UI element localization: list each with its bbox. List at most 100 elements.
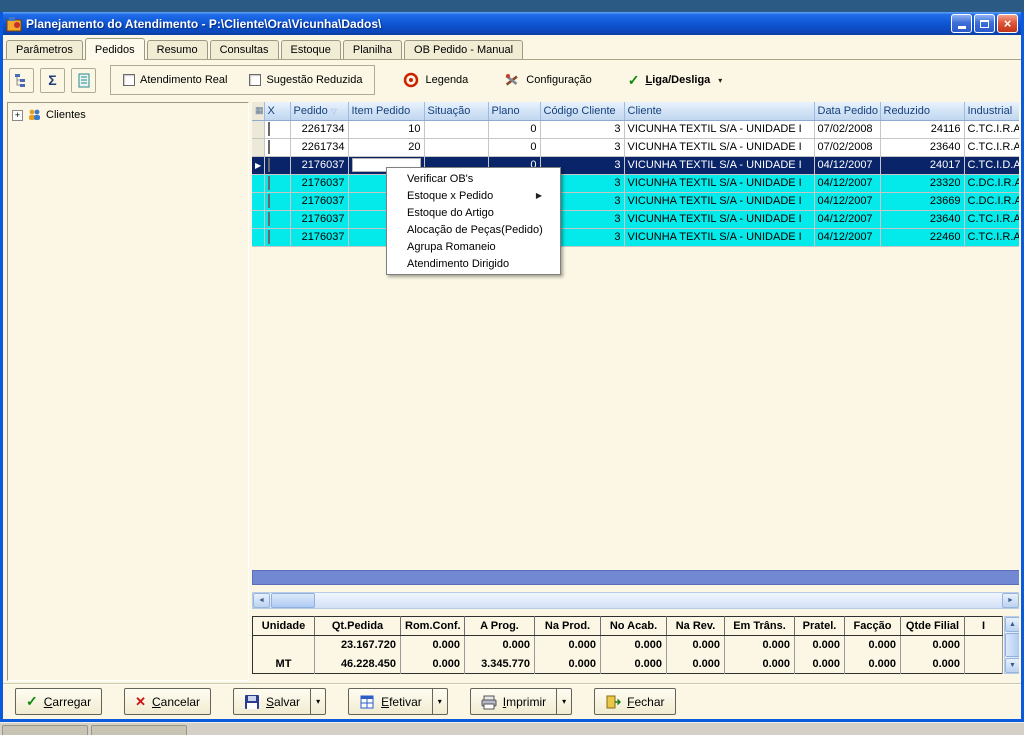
minimize-button[interactable] <box>951 14 972 33</box>
cell-item[interactable]: 20 <box>348 138 424 156</box>
outline-button[interactable] <box>9 68 34 93</box>
cell-data[interactable]: 04/12/2007 <box>814 228 880 246</box>
cell-item[interactable]: 10 <box>348 120 424 138</box>
scrollbar-thumb[interactable] <box>1005 633 1019 657</box>
cell-cliente[interactable]: VICUNHA TEXTIL S/A - UNIDADE I <box>624 156 814 174</box>
col-header-situacao[interactable]: Situação <box>424 102 488 120</box>
cell-pedido[interactable]: 2176037 <box>290 156 348 174</box>
table-row[interactable]: 2261734 20 0 3 VICUNHA TEXTIL S/A - UNID… <box>252 138 1019 156</box>
row-checkbox[interactable] <box>268 140 270 154</box>
grid-corner-icon[interactable]: ▦ <box>255 105 264 115</box>
cell-plano[interactable]: 0 <box>488 120 540 138</box>
menu-item-verificar-obs[interactable]: Verificar OB's <box>387 170 560 187</box>
cell-cliente[interactable]: VICUNHA TEXTIL S/A - UNIDADE I <box>624 192 814 210</box>
imprimir-button[interactable]: Imprimir ▾ <box>470 688 572 715</box>
salvar-dropdown[interactable]: ▾ <box>310 689 325 714</box>
tab-ob-pedido-manual[interactable]: OB Pedido - Manual <box>404 40 523 59</box>
fechar-button[interactable]: Fechar <box>594 688 675 715</box>
cell-cliente[interactable]: VICUNHA TEXTIL S/A - UNIDADE I <box>624 138 814 156</box>
cell-pedido[interactable]: 2176037 <box>290 192 348 210</box>
table-row[interactable]: 2261734 10 0 3 VICUNHA TEXTIL S/A - UNID… <box>252 120 1019 138</box>
sum-button[interactable]: Σ <box>40 68 65 93</box>
cell-pedido[interactable]: 2261734 <box>290 138 348 156</box>
tab-estoque[interactable]: Estoque <box>281 40 341 59</box>
sugestao-reduzida-checkbox[interactable]: Sugestão Reduzida <box>249 74 362 86</box>
col-header-item-pedido[interactable]: Item Pedido <box>348 102 424 120</box>
cell-data[interactable]: 04/12/2007 <box>814 156 880 174</box>
summary-vertical-scrollbar[interactable]: ▲ ▼ <box>1004 616 1019 674</box>
table-row[interactable]: 2176037 3 VICUNHA TEXTIL S/A - UNIDADE I… <box>252 228 1019 246</box>
row-checkbox[interactable] <box>268 122 270 136</box>
cell-x[interactable] <box>264 174 290 192</box>
row-checkbox[interactable] <box>268 230 270 244</box>
cell-x[interactable] <box>264 192 290 210</box>
cell-reduzido[interactable]: 23669 <box>880 192 964 210</box>
cell-pedido[interactable]: 2176037 <box>290 174 348 192</box>
cell-codigo[interactable]: 3 <box>540 120 624 138</box>
col-header-x[interactable]: X <box>264 102 290 120</box>
taskbar-button[interactable] <box>91 725 187 735</box>
menu-item-agrupa-romaneio[interactable]: Agrupa Romaneio <box>387 238 560 255</box>
col-header-pedido[interactable]: Pedido▽ <box>290 102 348 120</box>
cell-data[interactable]: 07/02/2008 <box>814 138 880 156</box>
cell-data[interactable]: 07/02/2008 <box>814 120 880 138</box>
cell-cliente[interactable]: VICUNHA TEXTIL S/A - UNIDADE I <box>624 228 814 246</box>
cancelar-button[interactable]: ✕ Cancelar <box>124 688 211 715</box>
scroll-up-button[interactable]: ▲ <box>1005 617 1019 632</box>
cell-x[interactable] <box>264 120 290 138</box>
table-row[interactable]: 2176037 3 VICUNHA TEXTIL S/A - UNIDADE I… <box>252 174 1019 192</box>
cell-industrial[interactable]: C.DC.I.R.A <box>964 174 1019 192</box>
row-checkbox[interactable] <box>268 212 270 226</box>
cell-data[interactable]: 04/12/2007 <box>814 174 880 192</box>
cell-reduzido[interactable]: 22460 <box>880 228 964 246</box>
col-header-cliente[interactable]: Cliente <box>624 102 814 120</box>
cell-situacao[interactable] <box>424 120 488 138</box>
scroll-right-button[interactable]: ► <box>1002 593 1019 608</box>
atendimento-real-checkbox[interactable]: Atendimento Real <box>123 74 227 86</box>
cell-pedido[interactable]: 2176037 <box>290 228 348 246</box>
cell-pedido[interactable]: 2176037 <box>290 210 348 228</box>
cell-reduzido[interactable]: 24116 <box>880 120 964 138</box>
cell-reduzido[interactable]: 23640 <box>880 138 964 156</box>
menu-item-alocacao-de-pecas[interactable]: Alocação de Peças(Pedido) <box>387 221 560 238</box>
scrollbar-track[interactable] <box>315 593 1002 608</box>
cell-x[interactable] <box>264 156 290 174</box>
table-row-selected[interactable]: ▶ 2176037 0 3 VICUNHA TEXTIL S/A - UNIDA… <box>252 156 1019 174</box>
row-checkbox[interactable] <box>268 158 270 172</box>
scrollbar-thumb[interactable] <box>271 593 315 608</box>
cell-cliente[interactable]: VICUNHA TEXTIL S/A - UNIDADE I <box>624 174 814 192</box>
cell-pedido[interactable]: 2261734 <box>290 120 348 138</box>
tab-parametros[interactable]: Parâmetros <box>6 40 83 59</box>
cell-plano[interactable]: 0 <box>488 138 540 156</box>
salvar-button[interactable]: Salvar ▾ <box>233 688 326 715</box>
row-checkbox[interactable] <box>268 194 270 208</box>
tree-node-clientes[interactable]: + Clientes <box>12 108 244 122</box>
taskbar-button[interactable] <box>2 725 88 735</box>
cell-reduzido[interactable]: 23320 <box>880 174 964 192</box>
legenda-button[interactable]: Legenda <box>395 69 476 91</box>
cell-x[interactable] <box>264 210 290 228</box>
table-row[interactable]: 2176037 3 VICUNHA TEXTIL S/A - UNIDADE I… <box>252 210 1019 228</box>
cell-cliente[interactable]: VICUNHA TEXTIL S/A - UNIDADE I <box>624 210 814 228</box>
imprimir-dropdown[interactable]: ▾ <box>556 689 571 714</box>
menu-item-estoque-do-artigo[interactable]: Estoque do Artigo <box>387 204 560 221</box>
table-row[interactable]: 2176037 3 VICUNHA TEXTIL S/A - UNIDADE I… <box>252 192 1019 210</box>
notes-button[interactable] <box>71 68 96 93</box>
cell-codigo[interactable]: 3 <box>540 138 624 156</box>
col-header-data-pedido[interactable]: Data Pedido <box>814 102 880 120</box>
configuracao-button[interactable]: Configuração <box>496 69 599 91</box>
col-header-reduzido[interactable]: Reduzido <box>880 102 964 120</box>
maximize-button[interactable] <box>974 14 995 33</box>
cell-reduzido[interactable]: 23640 <box>880 210 964 228</box>
scroll-left-button[interactable]: ◄ <box>253 593 270 608</box>
cell-x[interactable] <box>264 228 290 246</box>
row-checkbox[interactable] <box>268 176 270 190</box>
efetivar-dropdown[interactable]: ▾ <box>432 689 447 714</box>
liga-desliga-button[interactable]: ✓ Liga/Desliga ▾ <box>620 69 731 92</box>
scroll-down-button[interactable]: ▼ <box>1005 658 1019 673</box>
col-header-plano[interactable]: Plano <box>488 102 540 120</box>
cell-industrial[interactable]: C.TC.I.R.A <box>964 210 1019 228</box>
tab-resumo[interactable]: Resumo <box>147 40 208 59</box>
cell-x[interactable] <box>264 138 290 156</box>
horizontal-scrollbar[interactable]: ◄ ► <box>252 592 1019 609</box>
